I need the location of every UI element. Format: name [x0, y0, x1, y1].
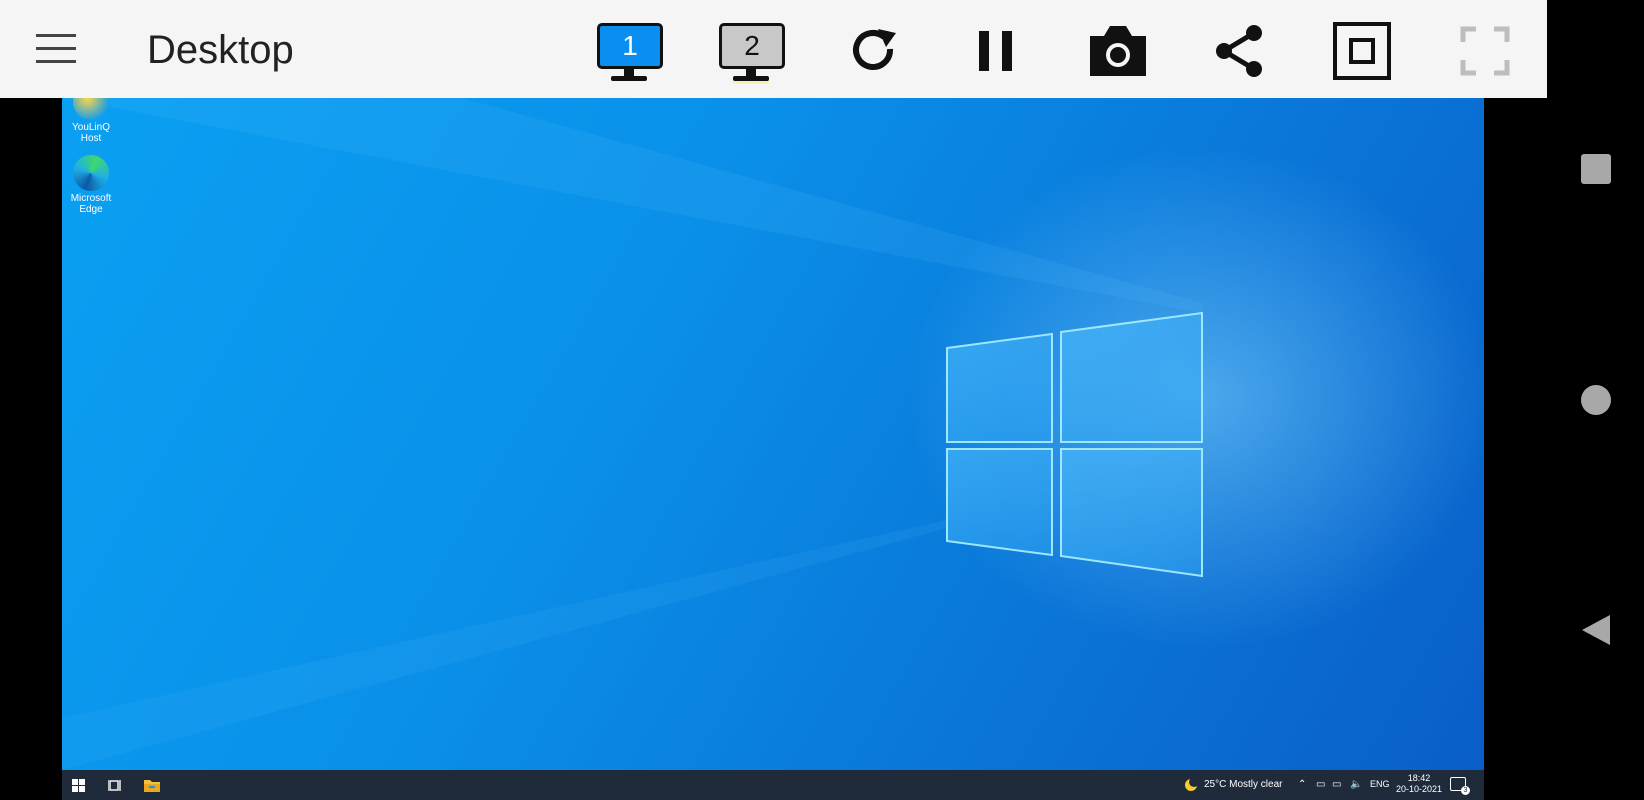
home-button[interactable]: [1547, 370, 1644, 430]
fullscreen-button[interactable]: [1450, 20, 1520, 82]
back-button[interactable]: [1547, 600, 1644, 660]
file-explorer-icon[interactable]: [144, 778, 160, 792]
monitor-2-label: 2: [719, 23, 785, 69]
show-hidden-icons-icon[interactable]: ⌃: [1298, 779, 1306, 790]
page-title: Desktop: [147, 28, 294, 72]
start-icon[interactable]: [72, 779, 85, 792]
android-nav-bar: [1547, 0, 1644, 800]
fullscreen-icon: [1460, 26, 1510, 76]
weather-text[interactable]: 25°C Mostly clear: [1204, 779, 1282, 790]
windows-logo-wallpaper: [62, 98, 1203, 770]
windows-taskbar: 25°C Mostly clear ⌃ ▭ ▭ 🔈 ENG 18:42 20-1…: [62, 770, 1484, 800]
recents-icon: [1580, 154, 1611, 184]
notifications-count: 3: [1461, 786, 1470, 795]
pause-icon: [979, 31, 1012, 71]
share-icon: [1216, 25, 1262, 77]
home-icon: [1580, 385, 1611, 415]
menu-icon[interactable]: [36, 34, 76, 64]
monitor-1-icon: 1: [597, 21, 663, 81]
volume-icon[interactable]: 🔈: [1350, 779, 1362, 790]
notifications-icon[interactable]: 3: [1450, 777, 1470, 795]
task-view-icon[interactable]: [108, 779, 122, 792]
refresh-button[interactable]: [839, 20, 909, 82]
network-icon[interactable]: ▭: [1332, 779, 1341, 790]
monitor-2-button[interactable]: 2: [716, 20, 786, 82]
monitor-1-label: 1: [597, 23, 663, 69]
desktop-icon-label: YouLinQ Host: [72, 122, 110, 144]
refresh-icon: [853, 29, 896, 70]
camera-icon: [1090, 26, 1146, 76]
clock-date: 20-10-2021: [1396, 784, 1443, 794]
desktop-icon-label: Microsoft Edge: [70, 193, 112, 215]
pause-button[interactable]: [961, 20, 1031, 82]
top-toolbar: Desktop 1 2: [0, 0, 1547, 98]
stop-button[interactable]: [1327, 20, 1397, 82]
desktop-icon-youlinq-host[interactable]: YouLinQ Host: [62, 98, 120, 144]
monitor-1-button[interactable]: 1: [594, 20, 664, 82]
weather-moon-icon[interactable]: [1184, 777, 1199, 792]
remote-desktop-app: Desktop 1 2 YouLinQ Host Microsoft Edge …: [0, 0, 1547, 800]
meet-icon[interactable]: ▭: [1316, 779, 1325, 790]
edge-icon: [73, 155, 109, 191]
language-indicator[interactable]: ENG: [1370, 779, 1390, 789]
monitor-2-icon: 2: [719, 21, 785, 81]
clock-time: 18:42: [1407, 773, 1431, 783]
desktop-icon-microsoft-edge[interactable]: Microsoft Edge: [62, 155, 120, 215]
recents-button[interactable]: [1547, 139, 1644, 199]
remote-desktop-view[interactable]: YouLinQ Host Microsoft Edge: [62, 98, 1484, 770]
clock[interactable]: 18:42 20-10-2021: [1396, 773, 1442, 795]
stop-icon: [1333, 22, 1391, 80]
youlinq-host-icon: [73, 98, 109, 120]
back-icon: [1581, 615, 1610, 645]
share-button[interactable]: [1205, 20, 1275, 82]
screenshot-button[interactable]: [1083, 20, 1153, 82]
